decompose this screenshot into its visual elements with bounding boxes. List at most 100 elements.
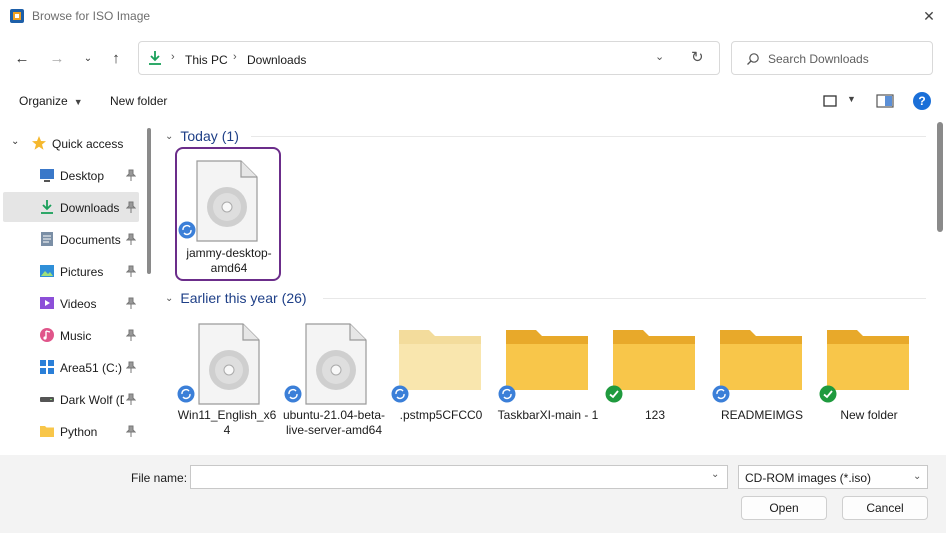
sidebar-item-quick-access[interactable]: ⌄ Quick access [0, 128, 143, 158]
videos-icon [40, 297, 54, 309]
recent-locations-button[interactable]: ⌄ [76, 46, 100, 70]
group-title: Earlier this year [180, 290, 278, 306]
sidebar-item-label: Desktop [60, 169, 105, 183]
chevron-right-icon: › [233, 51, 237, 63]
close-button[interactable]: ✕ [916, 4, 942, 28]
folder-icon [613, 330, 695, 390]
chevron-right-icon: › [171, 51, 175, 63]
file-name-combobox[interactable]: ⌄ [190, 465, 728, 489]
file-item-ubuntu[interactable]: ubuntu-21.04-beta-live-server-amd64 [282, 312, 386, 442]
breadcrumb-this-pc[interactable]: This PC [185, 53, 228, 67]
sidebar-item-python[interactable]: Python [0, 416, 143, 446]
sync-icon [177, 385, 195, 403]
group-header-earlier-this-year[interactable]: ⌄ Earlier this year (26) [165, 288, 307, 308]
file-name-input[interactable] [197, 469, 697, 485]
search-input[interactable] [768, 50, 928, 68]
file-type-select[interactable]: CD-ROM images (*.iso) ⌄ [738, 465, 928, 489]
pin-icon [126, 425, 136, 437]
sidebar-item-area51-c[interactable]: Area51 (C:) [0, 352, 143, 382]
group-divider [323, 298, 926, 299]
pin-icon [126, 169, 136, 181]
chevron-down-icon[interactable]: ⌄ [711, 469, 719, 480]
file-name: READMEIMGS [720, 408, 803, 422]
disc-image-icon [198, 323, 260, 405]
forward-button[interactable]: → [45, 46, 69, 70]
caret-down-icon: ▼ [73, 97, 83, 107]
open-button[interactable]: Open [741, 496, 827, 520]
file-name: New folder [840, 408, 898, 422]
sidebar-item-dark-wolf-d[interactable]: Dark Wolf (D [0, 384, 143, 414]
group-header-today[interactable]: ⌄ Today (1) [165, 126, 239, 146]
drive-icon [40, 397, 54, 402]
content-scrollbar[interactable] [937, 122, 943, 232]
dialog-footer: File name: ⌄ CD-ROM images (*.iso) ⌄ Ope… [0, 455, 946, 533]
file-item-taskbarxi[interactable]: TaskbarXI-main - 1 [496, 312, 600, 442]
sidebar-item-label: Quick access [52, 137, 124, 151]
windows-drive-icon [40, 360, 54, 374]
sync-icon [712, 385, 730, 403]
organize-button[interactable]: Organize ▼ [19, 94, 83, 108]
sidebar-item-label: Music [60, 329, 92, 343]
sidebar-item-downloads[interactable]: Downloads [3, 192, 139, 222]
navigation-bar: ← → ⌄ ↑ › This PC › Downloads ⌄ ↻ [0, 38, 946, 78]
sidebar-item-videos[interactable]: Videos [0, 288, 143, 318]
sidebar-item-desktop[interactable]: Desktop [0, 160, 143, 190]
sidebar-scrollbar[interactable] [147, 128, 151, 274]
sidebar-item-pictures[interactable]: Pictures [0, 256, 143, 286]
file-name: jammy-desktop-amd64 [186, 246, 272, 275]
pin-icon [126, 393, 136, 405]
address-bar[interactable]: › This PC › Downloads ⌄ ↻ [138, 41, 720, 75]
sidebar-item-label: Pictures [60, 265, 104, 279]
address-dropdown-icon[interactable]: ⌄ [655, 50, 664, 63]
folder-icon [720, 330, 802, 390]
arrow-right-icon: → [49, 49, 65, 67]
music-icon [40, 328, 54, 342]
chevron-down-icon: ⌄ [11, 136, 20, 147]
file-item-new-folder[interactable]: New folder [817, 312, 921, 442]
back-button[interactable]: ← [10, 46, 34, 70]
breadcrumb-downloads[interactable]: Downloads [247, 53, 306, 67]
file-item-pstmp[interactable]: .pstmp5CFCC0 [389, 312, 493, 442]
refresh-icon[interactable]: ↻ [691, 48, 704, 66]
file-item-readmeimgs[interactable]: READMEIMGS [710, 312, 814, 442]
documents-icon [41, 232, 53, 246]
file-name: TaskbarXI-main - 1 [497, 408, 599, 422]
sidebar-item-music[interactable]: Music [0, 320, 143, 350]
check-icon [605, 385, 623, 403]
file-item-jammy[interactable]: jammy-desktop-amd64 [175, 147, 281, 281]
help-icon[interactable]: ? [913, 92, 931, 110]
sync-icon [284, 385, 302, 403]
chevron-down-icon: ⌄ [165, 292, 174, 304]
disc-image-icon [196, 160, 258, 242]
file-item-123[interactable]: 123 [603, 312, 707, 442]
sync-icon [178, 221, 196, 239]
sidebar-item-label: Python [60, 425, 98, 439]
sidebar-item-documents[interactable]: Documents [0, 224, 143, 254]
view-options-caret-icon[interactable]: ▼ [847, 94, 856, 104]
file-name-label: File name: [131, 471, 188, 485]
sidebar-item-label: Videos [60, 297, 97, 311]
chevron-down-icon: ⌄ [913, 471, 922, 482]
download-icon [41, 200, 53, 214]
group-count: (26) [281, 290, 307, 306]
file-item-win11[interactable]: Win11_English_x64 [175, 312, 279, 442]
preview-pane-icon[interactable] [876, 94, 894, 108]
organize-label: Organize [19, 94, 68, 108]
arrow-up-icon: ↑ [112, 49, 120, 67]
pin-icon [126, 265, 136, 277]
up-button[interactable]: ↑ [104, 46, 128, 70]
file-name: Win11_English_x64 [177, 408, 277, 437]
sidebar-item-label: Area51 (C:) [60, 361, 123, 375]
folder-icon [399, 330, 481, 390]
title-bar: Browse for ISO Image ✕ [0, 0, 946, 32]
new-folder-button[interactable]: New folder [110, 94, 167, 108]
disc-image-icon [305, 323, 367, 405]
window-title: Browse for ISO Image [32, 9, 151, 23]
search-box[interactable] [731, 41, 933, 75]
pin-icon [126, 297, 136, 309]
arrow-left-icon: ← [14, 49, 30, 67]
view-icon[interactable] [823, 94, 837, 108]
group-title: Today [180, 128, 218, 144]
sidebar-item-label: Dark Wolf (D [60, 393, 124, 407]
cancel-button[interactable]: Cancel [842, 496, 928, 520]
